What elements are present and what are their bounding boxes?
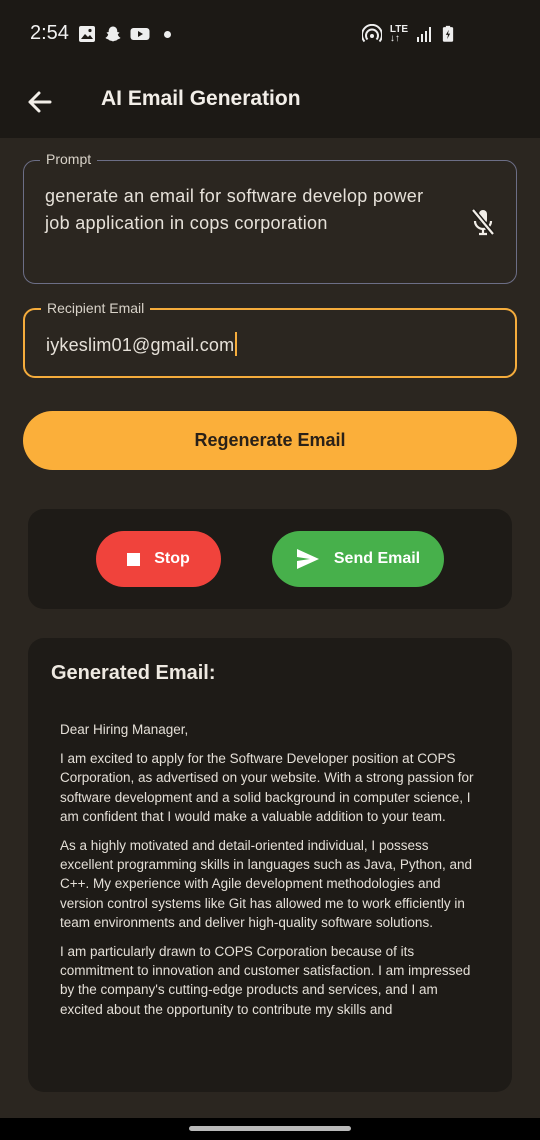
send-email-button[interactable]: Send Email bbox=[272, 531, 444, 587]
email-paragraph: I am excited to apply for the Software D… bbox=[60, 751, 474, 824]
prompt-field[interactable]: Prompt generate an email for software de… bbox=[23, 151, 517, 284]
status-bar: 2:54 LTE ↓↑ bbox=[0, 0, 540, 68]
snapchat-icon bbox=[105, 26, 121, 42]
send-icon bbox=[296, 549, 319, 569]
recipient-email-field[interactable]: Recipient Email iykeslim01@gmail.com bbox=[23, 300, 517, 378]
gallery-icon bbox=[79, 26, 95, 42]
recipient-email-label: Recipient Email bbox=[41, 300, 151, 316]
mic-off-icon[interactable] bbox=[470, 207, 496, 237]
page-title: AI Email Generation bbox=[101, 87, 301, 110]
app-bar: AI Email Generation bbox=[0, 68, 540, 138]
recipient-email-input[interactable]: iykeslim01@gmail.com bbox=[46, 332, 238, 356]
more-notifications-dot bbox=[164, 30, 171, 38]
stop-icon bbox=[127, 552, 141, 566]
generated-email-heading: Generated Email: bbox=[51, 662, 216, 684]
arrow-back-icon[interactable] bbox=[24, 82, 64, 122]
stop-button[interactable]: Stop bbox=[96, 531, 221, 587]
signal-icon bbox=[417, 27, 431, 42]
stop-label: Stop bbox=[154, 550, 190, 567]
status-time: 2:54 bbox=[30, 22, 69, 44]
hotspot-icon bbox=[361, 24, 382, 43]
navigation-bar bbox=[0, 1118, 540, 1140]
home-gesture-handle[interactable] bbox=[189, 1126, 351, 1131]
recipient-email-value: iykeslim01@gmail.com bbox=[46, 335, 235, 355]
battery-charging-icon bbox=[442, 25, 454, 42]
notification-icons bbox=[78, 25, 171, 43]
email-paragraph: Dear Hiring Manager, bbox=[60, 722, 189, 737]
network-label: LTE bbox=[389, 24, 408, 35]
send-email-label: Send Email bbox=[333, 550, 421, 567]
regenerate-email-button[interactable]: Regenerate Email bbox=[23, 411, 517, 470]
email-paragraph: As a highly motivated and detail-oriente… bbox=[60, 838, 472, 930]
prompt-label: Prompt bbox=[40, 151, 98, 167]
action-card: Stop Send Email bbox=[28, 509, 512, 609]
youtube-icon bbox=[130, 28, 150, 40]
network-type: LTE ↓↑ bbox=[389, 24, 408, 44]
generated-email-body: Dear Hiring Manager, I am excited to app… bbox=[60, 720, 480, 1029]
prompt-input[interactable]: generate an email for software develop p… bbox=[45, 183, 435, 237]
text-cursor bbox=[235, 332, 238, 356]
email-paragraph: I am particularly drawn to COPS Corporat… bbox=[60, 944, 471, 1017]
system-icons: LTE ↓↑ bbox=[361, 24, 454, 44]
generated-email-card: Generated Email: Dear Hiring Manager, I … bbox=[28, 638, 512, 1092]
